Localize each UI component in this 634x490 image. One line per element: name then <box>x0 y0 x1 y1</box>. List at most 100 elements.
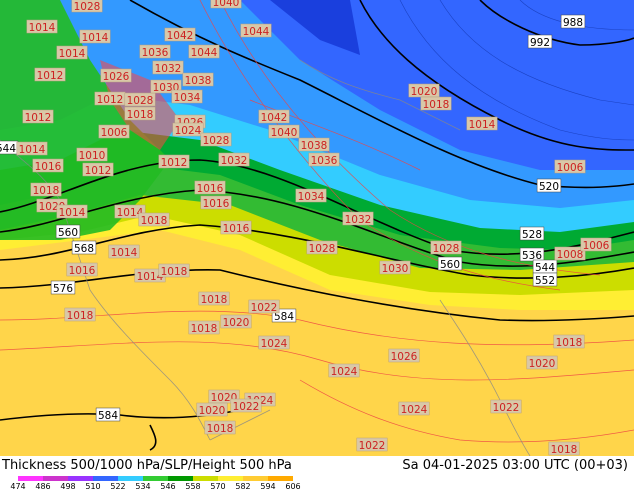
slp-label-text: 1028 <box>127 95 154 107</box>
slp-label: 1006 <box>98 124 130 139</box>
slp-label-text: 1014 <box>19 144 46 156</box>
slp-label: 1022 <box>490 399 522 414</box>
slp-label: 1016 <box>200 195 232 210</box>
slp-label-text: 1032 <box>221 155 248 167</box>
slp-label-text: 1010 <box>79 150 106 162</box>
slp-label-text: 1016 <box>197 183 224 195</box>
height500-label-text: 568 <box>74 243 94 255</box>
slp-label-text: 1026 <box>391 351 418 363</box>
slp-label-text: 1020 <box>411 86 438 98</box>
slp-label-text: 1014 <box>469 119 496 131</box>
legend-swatch <box>268 476 293 481</box>
height500-label: 568 <box>71 240 97 255</box>
legend-label: 522 <box>110 482 125 490</box>
slp-label: 1018 <box>158 263 190 278</box>
slp-label: 1014 <box>79 29 111 44</box>
slp-label-text: 1032 <box>345 214 372 226</box>
slp-label-text: 1006 <box>101 127 128 139</box>
slp-label-text: 1016 <box>223 223 250 235</box>
slp-label: 1028 <box>200 132 232 147</box>
slp-label-text: 1012 <box>97 94 124 106</box>
legend-label: 606 <box>285 482 300 490</box>
slp-label-text: 1014 <box>29 22 56 34</box>
slp-label-text: 1018 <box>207 423 234 435</box>
slp-label-text: 1016 <box>203 198 230 210</box>
slp-label: 1018 <box>64 307 96 322</box>
weather-map: 9889925205285365445525605685605765845845… <box>0 0 634 456</box>
slp-label-text: 1044 <box>243 26 270 38</box>
slp-label-text: 1032 <box>155 63 182 75</box>
legend-label: 570 <box>210 482 225 490</box>
slp-label: 1026 <box>388 348 420 363</box>
slp-label: 1012 <box>158 154 190 169</box>
legend-label: 474 <box>10 482 25 490</box>
slp-label: 1024 <box>398 401 430 416</box>
slp-label-text: 1024 <box>331 366 358 378</box>
slp-label: 1028 <box>71 0 103 13</box>
slp-label-text: 1018 <box>191 323 218 335</box>
slp-label-text: 1014 <box>59 207 86 219</box>
slp-label: 1018 <box>138 212 170 227</box>
slp-label-text: 1018 <box>556 337 583 349</box>
color-legend: 474 486 498 510 522 534 546 558 570 582 594 606 <box>4 476 334 490</box>
slp-label-text: 1020 <box>199 405 226 417</box>
legend-swatch <box>43 476 68 481</box>
slp-label: 1040 <box>268 124 300 139</box>
slp-label-text: 1016 <box>69 265 96 277</box>
slp-label: 1018 <box>548 441 580 456</box>
slp-label-text: 1018 <box>201 294 228 306</box>
slp-label-text: 1022 <box>233 401 260 413</box>
slp-label: 1018 <box>420 96 452 111</box>
slp-label-text: 1036 <box>311 155 338 167</box>
slp-label-text: 1018 <box>33 185 60 197</box>
legend-swatch <box>193 476 218 481</box>
slp-label-text: 1028 <box>203 135 230 147</box>
slp-label: 1020 <box>408 83 440 98</box>
footer: Thickness 500/1000 hPa/SLP/Height 500 hP… <box>0 456 634 490</box>
slp-label-text: 1018 <box>551 444 578 456</box>
slp-label-text: 1040 <box>271 127 298 139</box>
slp-label: 1028 <box>306 240 338 255</box>
height500-label: 992 <box>527 34 553 49</box>
height500-label: 988 <box>560 14 586 29</box>
slp-label: 1026 <box>100 68 132 83</box>
slp-label: 1028 <box>430 240 462 255</box>
slp-label-text: 1022 <box>493 402 520 414</box>
height500-label-text: 992 <box>530 37 550 49</box>
slp-label-text: 1034 <box>298 191 325 203</box>
slp-label-text: 1042 <box>167 30 194 42</box>
slp-label: 1012 <box>94 91 126 106</box>
legend-label: 534 <box>135 482 150 490</box>
height500-label: 576 <box>50 280 76 295</box>
height500-label-text: 560 <box>58 227 78 239</box>
slp-label: 1044 <box>188 44 220 59</box>
height500-label-text: 520 <box>539 181 559 193</box>
height500-label: 584 <box>95 407 121 422</box>
height500-label-text: 544 <box>0 143 16 155</box>
slp-label-text: 1014 <box>82 32 109 44</box>
valid-time: Sa 04-01-2025 03:00 UTC (00+03) <box>402 458 628 473</box>
slp-label-text: 1028 <box>309 243 336 255</box>
slp-label: 1022 <box>248 299 280 314</box>
slp-label: 1018 <box>30 182 62 197</box>
slp-label-text: 1008 <box>557 249 584 261</box>
slp-label: 1028 <box>124 92 156 107</box>
slp-label: 1012 <box>82 162 114 177</box>
height500-label: 560 <box>437 256 463 271</box>
slp-label: 1024 <box>328 363 360 378</box>
slp-label-text: 1006 <box>557 162 584 174</box>
slp-label: 1022 <box>230 398 262 413</box>
slp-label: 1036 <box>308 152 340 167</box>
slp-label: 1036 <box>139 44 171 59</box>
slp-label: 1032 <box>342 211 374 226</box>
slp-label-text: 1034 <box>174 92 201 104</box>
slp-label-text: 1018 <box>67 310 94 322</box>
slp-label-text: 1016 <box>35 161 62 173</box>
slp-label: 1024 <box>172 122 204 137</box>
slp-label-text: 1036 <box>142 47 169 59</box>
slp-label: 1016 <box>66 262 98 277</box>
height500-label: 528 <box>519 226 545 241</box>
slp-label-text: 1012 <box>161 157 188 169</box>
slp-label-text: 1012 <box>85 165 112 177</box>
slp-label-text: 1018 <box>127 109 154 121</box>
